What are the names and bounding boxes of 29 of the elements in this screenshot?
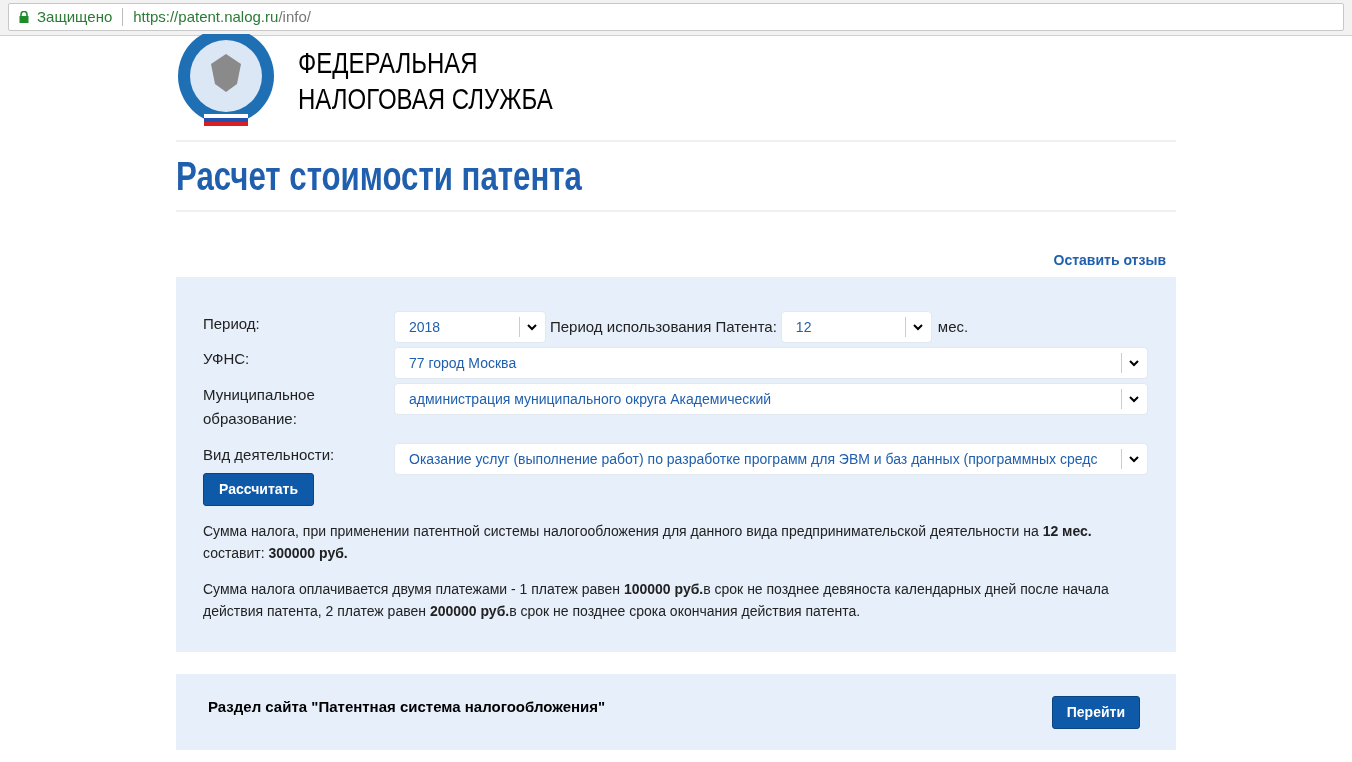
- field-label: Муниципальное образование:: [203, 385, 316, 429]
- unit-label: мес.: [937, 316, 969, 337]
- page-title: Расчет стоимости патента: [176, 153, 582, 200]
- field-label: Период использования Патента:: [550, 316, 777, 337]
- feedback-link[interactable]: Оставить отзыв: [1053, 250, 1166, 271]
- dropdown-select[interactable]: 2018: [394, 311, 546, 343]
- section-text: Раздел сайта "Патентная система налогообложения": [208, 696, 606, 717]
- org-name-line: ФЕДЕРАЛЬНАЯ: [298, 45, 479, 81]
- chevron-down-icon: [1129, 455, 1139, 463]
- url-text: https://patent.nalog.ru/info/: [133, 6, 311, 27]
- dropdown-select[interactable]: 77 город Москва: [394, 347, 1148, 379]
- chevron-down-icon: [912, 323, 923, 331]
- dropdown-select[interactable]: Оказание услуг (выполнение работ) по разработке программ для ЭВМ и баз данных (программных средс: [394, 443, 1148, 475]
- field-label: Период:: [203, 313, 261, 334]
- field-label: Вид деятельности:: [203, 445, 336, 465]
- address-bar[interactable]: Защищено https://patent.nalog.ru/info/: [8, 3, 1344, 31]
- field-label: УФНС:: [203, 349, 251, 369]
- result-text: Сумма налога оплачивается двумя платежами - 1 платеж равен 100000 руб.в срок не позднее девяноста календарных дней после начала действия патента, 2 платеж равен 200000 руб.в срок не позднее срока окончания действия патента.: [203, 580, 1110, 621]
- lock-icon: [19, 11, 29, 23]
- dropdown-select[interactable]: администрация муниципального округа Академический: [394, 383, 1148, 415]
- chevron-down-icon: [1129, 395, 1139, 403]
- calculate-button[interactable]: Рассчитать: [203, 473, 314, 506]
- dropdown-select[interactable]: 12: [780, 311, 932, 343]
- chevron-down-icon: [527, 323, 537, 331]
- chevron-down-icon: [1129, 359, 1139, 367]
- go-button[interactable]: Перейти: [1051, 695, 1140, 729]
- org-name-line: НАЛОГОВАЯ СЛУЖБА: [298, 81, 553, 117]
- secure-label: Защищено: [37, 6, 113, 27]
- result-text: Сумма налога, при применении патентной системы налогообложения для данного вида предпринимательской деятельности на 12 мес. составит: 300000 руб.: [203, 522, 1093, 563]
